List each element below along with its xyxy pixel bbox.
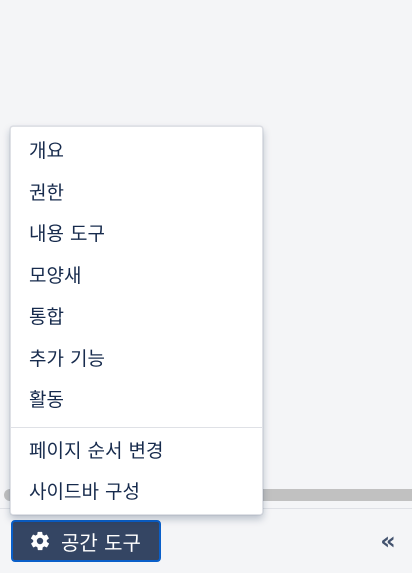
menu-item-reorder-pages[interactable]: 페이지 순서 변경 <box>11 431 262 473</box>
menu-item-activity[interactable]: 활동 <box>11 380 262 422</box>
menu-item-permissions[interactable]: 권한 <box>11 173 262 215</box>
space-tools-button[interactable]: 공간 도구 <box>11 520 161 562</box>
gear-icon <box>29 530 51 552</box>
menu-item-integrations[interactable]: 통합 <box>11 297 262 339</box>
space-tools-label: 공간 도구 <box>61 530 141 555</box>
space-tools-menu: 개요 권한 내용 도구 모양새 통합 추가 기능 활동 페이지 순서 변경 사이… <box>10 126 263 515</box>
menu-item-add-ons[interactable]: 추가 기능 <box>11 339 262 381</box>
menu-item-configure-sidebar[interactable]: 사이드바 구성 <box>11 472 262 514</box>
menu-item-content-tools[interactable]: 내용 도구 <box>11 214 262 256</box>
sidebar-footer: 공간 도구 « <box>0 508 412 573</box>
double-chevron-left-icon: « <box>380 527 396 555</box>
menu-item-overview[interactable]: 개요 <box>11 131 262 173</box>
collapse-sidebar-button[interactable]: « <box>376 529 400 553</box>
menu-item-look-and-feel[interactable]: 모양새 <box>11 256 262 298</box>
menu-divider <box>11 426 262 428</box>
